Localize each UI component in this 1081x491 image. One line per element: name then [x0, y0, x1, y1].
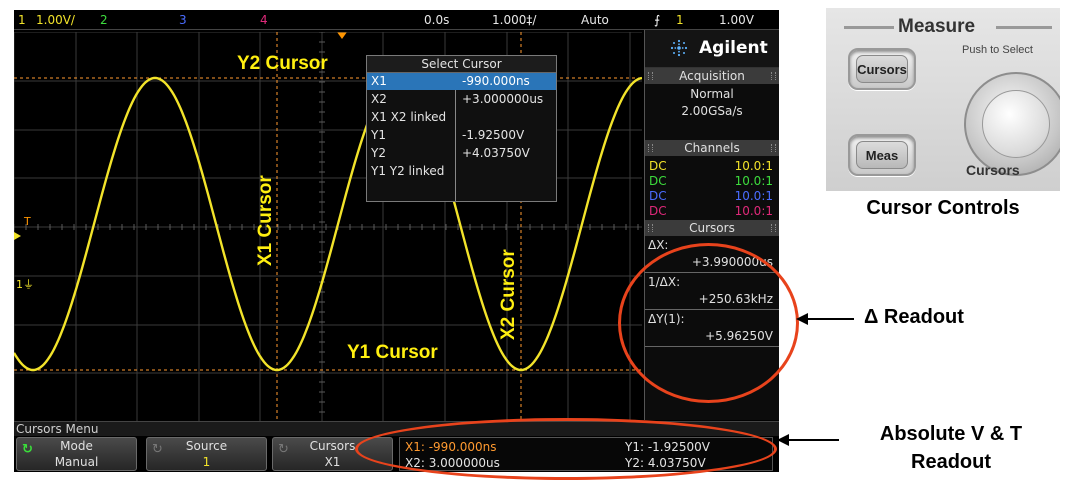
popup-item-x1x2-linked[interactable]: X1 X2 linked — [367, 109, 556, 126]
ch1-scale[interactable]: 1.00V/ — [36, 13, 75, 27]
ch3-number[interactable]: 3 — [179, 13, 187, 27]
channels-list: DC 10.0:1 DC 10.0:1 DC 10.0:1 DC 10.0:1 — [645, 156, 779, 219]
popup-item-y1y2-linked[interactable]: Y1 Y2 linked — [367, 163, 556, 180]
cursors-knob[interactable] — [964, 72, 1060, 176]
softkey-value: 1 — [202, 455, 211, 469]
cursors-physical-button[interactable]: Cursors — [848, 48, 916, 90]
softkey-label: Mode — [60, 439, 93, 453]
trigger-arrow-icon — [14, 232, 21, 240]
channel-row[interactable]: DC 10.0:1 — [645, 159, 779, 174]
trigger-mode[interactable]: Auto — [581, 13, 609, 27]
ch1-number[interactable]: 1 — [18, 13, 26, 27]
channel-coupling: DC — [649, 204, 667, 218]
popup-item-label: Y1 Y2 linked — [371, 164, 445, 178]
ch1-ground-marker: 1⏚ — [16, 278, 34, 291]
measure-heading: Measure — [898, 16, 976, 37]
heading-rule-right — [996, 26, 1052, 29]
delta-readout-caption: Δ Readout — [864, 306, 964, 328]
acquisition-header: Acquisition — [645, 68, 779, 84]
channel-coupling: DC — [649, 189, 667, 203]
acquisition-info: Normal 2.00GSa/s — [645, 84, 779, 140]
cursors-knob-label: Cursors — [966, 162, 1020, 178]
popup-item-value: -1.92500V — [462, 128, 525, 142]
ch2-number[interactable]: 2 — [100, 13, 108, 27]
popup-item-label: Y2 — [371, 146, 386, 160]
channel-probe: 10.0:1 — [734, 189, 773, 203]
front-panel-photo: Measure Push to Select Cursors Meas Curs… — [826, 8, 1060, 191]
softkey-label: Source — [185, 439, 228, 453]
channel-row[interactable]: DC 10.0:1 — [645, 189, 779, 204]
popup-item-x2[interactable]: X2 +3.000000us — [367, 91, 556, 108]
mode-softkey[interactable]: ↻ Mode Manual — [16, 437, 137, 471]
trigger-source[interactable]: 1 — [676, 13, 684, 27]
meas-physical-button[interactable]: Meas — [848, 134, 916, 176]
softkey-value: Manual — [54, 455, 99, 469]
oscilloscope-screen: 1 1.00V/ 2 3 4 0.0s 1.000‡/ Auto ⨍ 1 1.0… — [14, 10, 779, 472]
time-offset[interactable]: 0.0s — [424, 13, 449, 27]
ch4-number[interactable]: 4 — [260, 13, 268, 27]
popup-title: Select Cursor — [367, 56, 556, 73]
brand-header: Agilent — [645, 30, 779, 68]
y1-cursor-label: Y1 Cursor — [347, 342, 438, 363]
popup-item-value: -990.000ns — [462, 74, 530, 88]
acquisition-mode: Normal — [690, 87, 734, 101]
popup-item-y1[interactable]: Y1 -1.92500V — [367, 127, 556, 144]
channels-header: Channels — [645, 140, 779, 156]
channel-probe: 10.0:1 — [734, 174, 773, 188]
knob-cap — [982, 90, 1050, 158]
trigger-level[interactable]: 1.00V — [719, 13, 754, 27]
x1-cursor-label: X1 Cursor — [255, 175, 276, 266]
channel-probe: 10.0:1 — [734, 204, 773, 218]
y2-cursor-label: Y2 Cursor — [237, 53, 328, 74]
channel-coupling: DC — [649, 159, 667, 173]
channel-coupling: DC — [649, 174, 667, 188]
sample-rate: 2.00GSa/s — [681, 104, 743, 118]
absolute-caption-line2: Readout — [911, 451, 991, 473]
popup-item-x1[interactable]: X1 -990.000ns — [367, 73, 556, 90]
cursors-header: Cursors — [645, 220, 779, 236]
rising-edge-icon: ⨍ — [654, 13, 661, 27]
popup-item-label: X2 — [371, 92, 387, 106]
absolute-readout-highlight — [355, 418, 777, 480]
rotate-arrow-icon: ↻ — [152, 442, 163, 457]
channel-row[interactable]: DC 10.0:1 — [645, 204, 779, 219]
push-to-select-text: Push to Select — [962, 44, 1033, 56]
rotate-arrow-icon: ↻ — [278, 442, 289, 457]
cursor-controls-caption: Cursor Controls — [866, 197, 1020, 219]
source-softkey[interactable]: ↻ Source 1 — [146, 437, 267, 471]
absolute-readout-caption: Absolute V & T Readout — [846, 420, 1056, 476]
delta-x-label: ΔX: — [648, 238, 669, 252]
meas-button-label: Meas — [856, 141, 908, 169]
agilent-spark-icon — [670, 39, 688, 57]
popup-item-value: +4.03750V — [462, 146, 530, 160]
rotate-arrow-icon: ↻ — [22, 442, 33, 457]
popup-item-label: Y1 — [371, 128, 386, 142]
popup-item-label: X1 X2 linked — [371, 110, 447, 124]
delta-arrow-icon — [796, 313, 854, 325]
heading-rule-left — [844, 26, 894, 29]
delta-readout-highlight — [618, 243, 799, 403]
select-cursor-popup[interactable]: Select Cursor X1 -990.000ns X2 +3.000000… — [366, 55, 557, 202]
channel-probe: 10.0:1 — [734, 159, 773, 173]
popup-item-value: +3.000000us — [462, 92, 544, 106]
popup-item-y2[interactable]: Y2 +4.03750V — [367, 145, 556, 162]
trigger-level-marker: T — [23, 215, 31, 228]
time-scale[interactable]: 1.000‡/ — [492, 13, 536, 27]
brand-name: Agilent — [699, 38, 768, 58]
absolute-caption-line1: Absolute V & T — [879, 423, 1023, 445]
popup-item-label: X1 — [371, 74, 387, 88]
status-bar: 1 1.00V/ 2 3 4 0.0s 1.000‡/ Auto ⨍ 1 1.0… — [14, 10, 779, 30]
absolute-arrow-icon — [777, 434, 839, 446]
x2-cursor-label: X2 Cursor — [498, 249, 519, 340]
cursors-button-label: Cursors — [856, 55, 908, 83]
channel-row[interactable]: DC 10.0:1 — [645, 174, 779, 189]
